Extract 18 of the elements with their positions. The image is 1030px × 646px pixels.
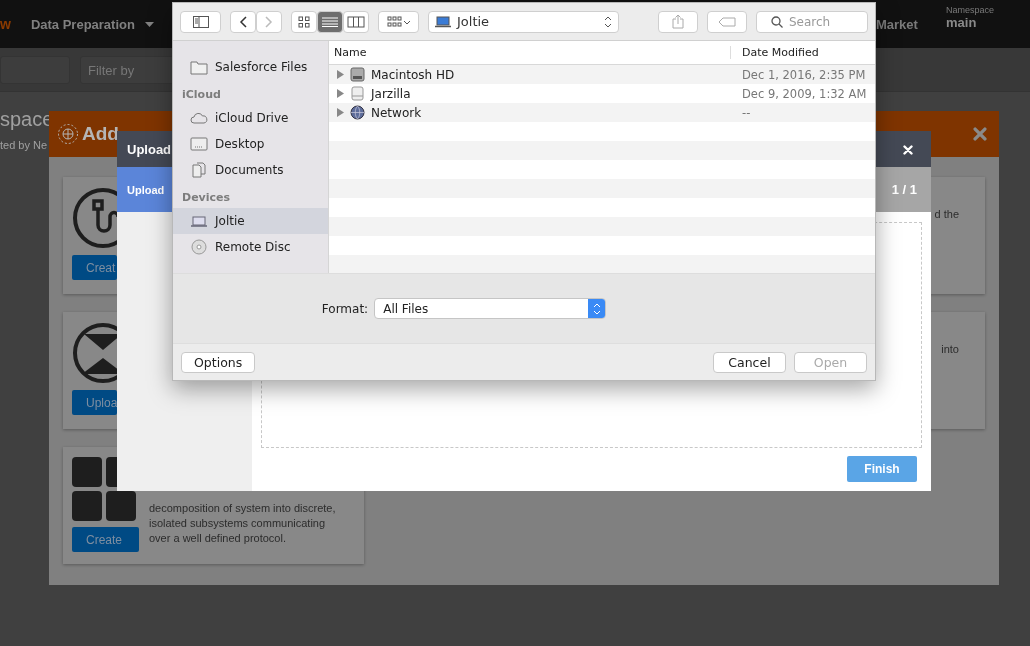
file-name: Macintosh HD <box>371 67 455 82</box>
sidebar-section-header: Devices <box>181 190 232 206</box>
step-count: 1 / 1 <box>891 182 917 197</box>
file-name: Network <box>371 105 422 120</box>
dialog-title: Upload <box>127 141 172 157</box>
page-subtitle: ted by Ne <box>0 139 48 151</box>
sidebar-section-header: iCloud <box>181 87 222 103</box>
date-cell-text: Dec 1, 2016, 2:35 PM <box>741 67 867 82</box>
card-description: decomposition of system into discrete, isolated subsystems communicating over a well defined protocol. <box>149 501 337 546</box>
dialog-title: Add <box>82 123 119 145</box>
date-cell-text: Dec 9, 2009, 1:32 AM <box>741 86 868 101</box>
card-description: d the <box>934 208 959 222</box>
file-name: Jarzilla <box>371 86 411 101</box>
format-label: Format: <box>321 301 369 316</box>
brand-text: w <box>0 16 11 32</box>
card-description: into <box>941 343 959 357</box>
date-cell-text: -- <box>741 105 752 120</box>
namespace-label: Namespace <box>946 4 996 15</box>
